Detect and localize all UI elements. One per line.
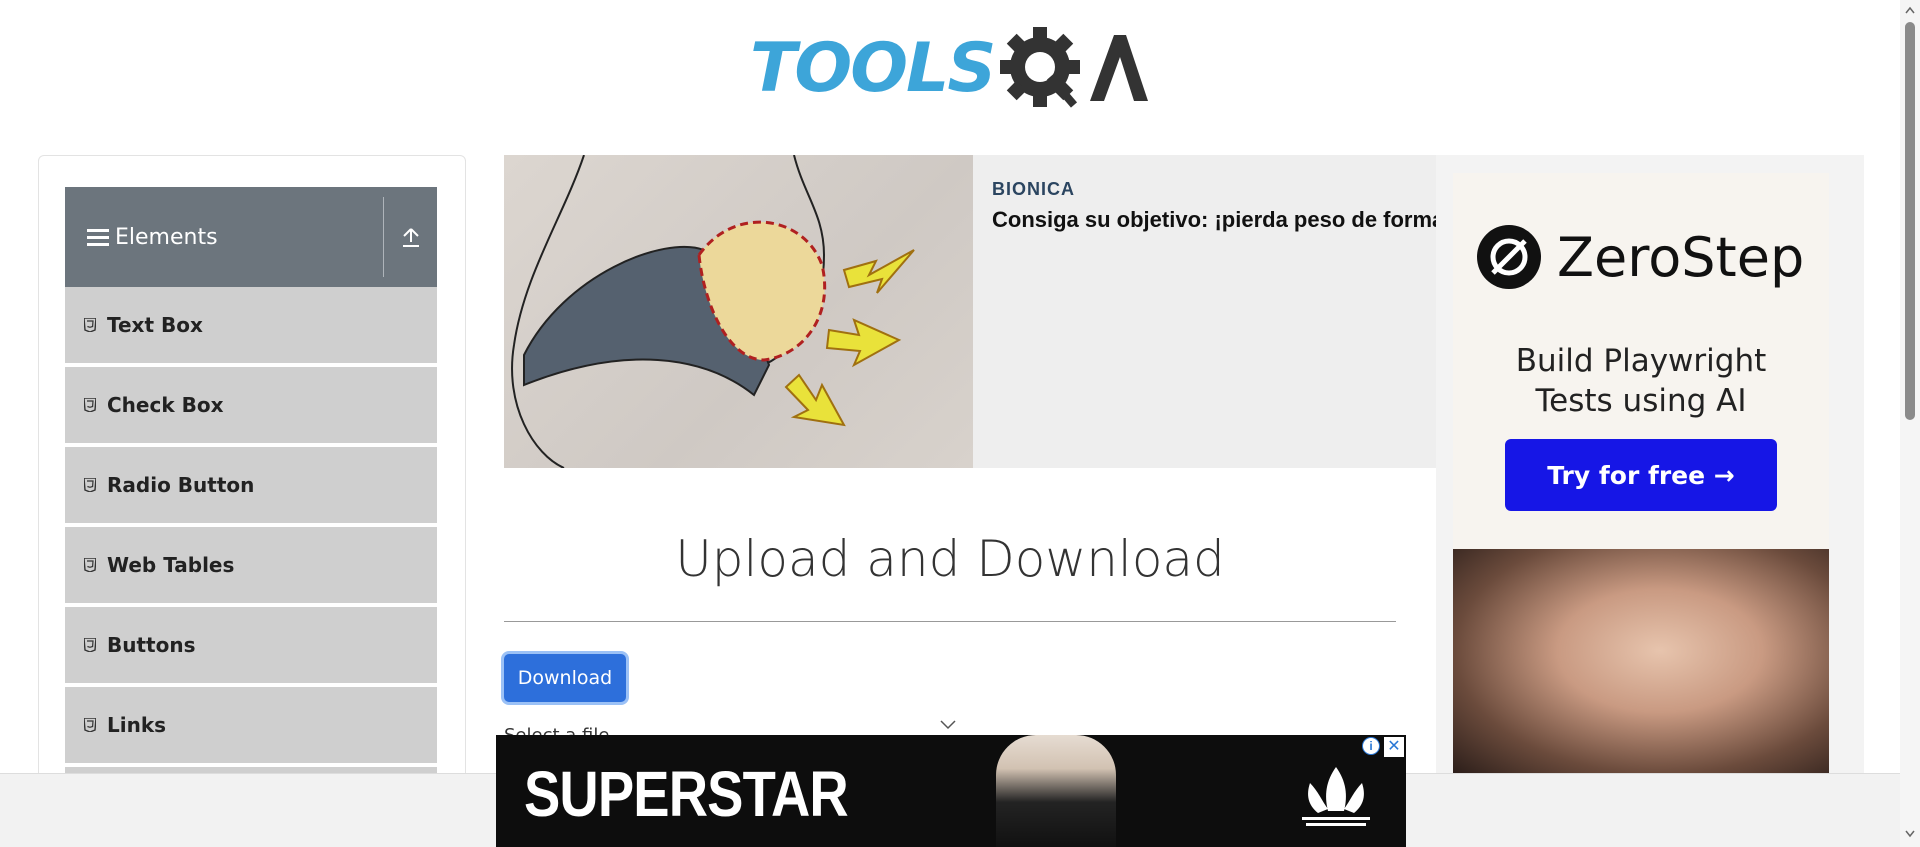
- gear-logo-icon: [1000, 27, 1149, 108]
- html5-icon: [83, 397, 97, 413]
- download-button[interactable]: Download: [504, 654, 626, 702]
- ad-word: SUPERSTAR: [524, 758, 849, 830]
- sidebar: Elements Text Box Check Box Radio Button…: [38, 155, 466, 847]
- html5-icon: [83, 317, 97, 333]
- ad-headline[interactable]: Consiga su objetivo: ¡pierda peso de for…: [992, 207, 1440, 233]
- bottom-ad-banner[interactable]: SUPERSTAR i ✕: [496, 735, 1406, 847]
- sidebar-item-label: Buttons: [107, 633, 196, 657]
- sidebar-item-links[interactable]: Links: [65, 687, 437, 765]
- sidebar-item-label: Text Box: [107, 313, 203, 337]
- scroll-down-arrow-icon[interactable]: [1905, 830, 1915, 838]
- sidebar-item-label: Web Tables: [107, 553, 235, 577]
- zerostep-logo: ZeroStep: [1475, 223, 1804, 291]
- scrollbar-thumb[interactable]: [1905, 22, 1915, 420]
- logo-text: TOOLS: [750, 28, 996, 108]
- zerostep-card: ZeroStep Build Playwright Tests using AI…: [1453, 173, 1829, 549]
- scroll-up-arrow-icon[interactable]: [1905, 6, 1915, 14]
- tagline-line-1: Build Playwright: [1515, 343, 1767, 379]
- ad-image: [504, 155, 973, 468]
- right-ad[interactable]: ZeroStep Build Playwright Tests using AI…: [1436, 155, 1864, 775]
- page-scrollbar[interactable]: [1900, 0, 1920, 847]
- group-title: Elements: [115, 224, 218, 250]
- toolsqa-logo[interactable]: TOOLS: [750, 18, 1160, 118]
- hamburger-icon: [87, 228, 109, 246]
- collapse-button[interactable]: [385, 187, 437, 287]
- sidebar-item-buttons[interactable]: Buttons: [65, 607, 437, 685]
- page-title: Upload and Download: [675, 530, 1225, 588]
- zerostep-brand: ZeroStep: [1557, 225, 1805, 289]
- ad-brand: BIONICA: [992, 179, 1075, 199]
- upload-arrow-icon: [403, 228, 419, 247]
- header-divider: [383, 197, 384, 277]
- sidebar-item-check-box[interactable]: Check Box: [65, 367, 437, 445]
- sidebar-item-label: Links: [107, 713, 167, 737]
- ad-close-button[interactable]: ✕: [1384, 737, 1404, 757]
- try-for-free-button[interactable]: Try for free →: [1505, 439, 1777, 511]
- adidas-logo-icon: [1302, 767, 1370, 826]
- sidebar-item-label: Check Box: [107, 393, 224, 417]
- ad-photo: [1453, 549, 1829, 775]
- chevron-down-icon[interactable]: [940, 718, 956, 730]
- sidebar-item-radio-button[interactable]: Radio Button: [65, 447, 437, 525]
- tagline-line-2: Tests using AI: [1535, 383, 1747, 419]
- title-divider: [504, 621, 1396, 622]
- html5-icon: [83, 477, 97, 493]
- html5-icon: [83, 717, 97, 733]
- sidebar-item-web-tables[interactable]: Web Tables: [65, 527, 437, 605]
- html5-icon: [83, 637, 97, 653]
- ad-tagline: Build Playwright Tests using AI: [1453, 341, 1829, 421]
- ad-model-image: [996, 735, 1116, 847]
- ad-info-button[interactable]: i: [1362, 737, 1380, 755]
- sidebar-item-label: Radio Button: [107, 473, 255, 497]
- sidebar-item-text-box[interactable]: Text Box: [65, 287, 437, 365]
- elements-group-header[interactable]: Elements: [65, 187, 437, 287]
- top-ad-banner[interactable]: BIONICA Consiga su objetivo: ¡pierda pes…: [504, 155, 1440, 468]
- page: TOOLS Elements Text Box Check Box Radio …: [0, 0, 1920, 847]
- html5-icon: [83, 557, 97, 573]
- zerostep-icon: [1477, 225, 1541, 289]
